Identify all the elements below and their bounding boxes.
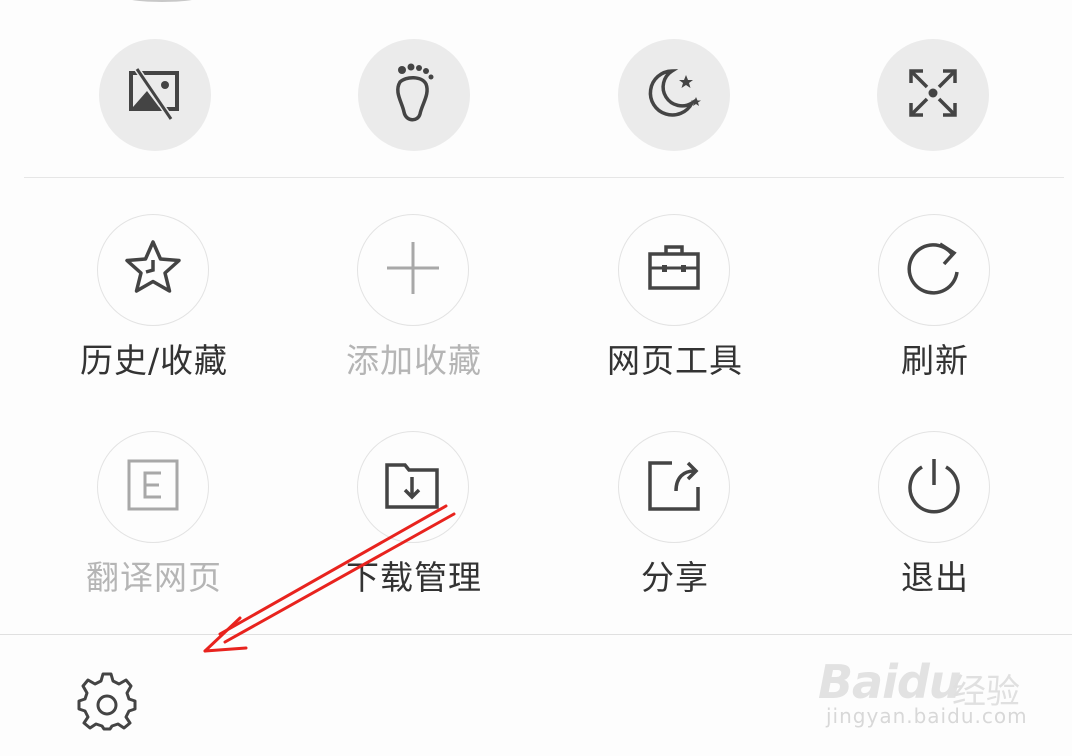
refresh-icon xyxy=(902,236,966,304)
menu-item-translate-circle xyxy=(97,431,209,543)
plus-icon xyxy=(381,236,445,304)
menu-label-share: 分享 xyxy=(641,558,709,597)
top-edge-shape xyxy=(112,0,212,2)
watermark-brand: Baidu xyxy=(818,655,962,709)
toolbox-icon xyxy=(642,236,706,304)
no-image-mode-button[interactable] xyxy=(99,39,211,151)
menu-item-history[interactable]: 历史/收藏 xyxy=(54,214,254,404)
menu-item-downloads-circle xyxy=(357,431,469,543)
incognito-mode-button[interactable] xyxy=(358,39,470,151)
menu-item-translate[interactable]: 翻译网页 xyxy=(54,431,254,621)
menu-item-exit[interactable]: 退出 xyxy=(835,431,1035,621)
share-icon xyxy=(642,453,706,521)
menu-item-add-favorite-circle xyxy=(357,214,469,326)
menu-label-add-favorite: 添加收藏 xyxy=(346,341,482,380)
fullscreen-button[interactable] xyxy=(877,39,989,151)
no-image-icon xyxy=(125,63,185,127)
night-mode-button[interactable] xyxy=(618,39,730,151)
gear-icon xyxy=(76,672,138,738)
translate-e-icon xyxy=(121,453,185,521)
menu-label-downloads: 下载管理 xyxy=(346,558,482,597)
footer-divider xyxy=(0,634,1072,635)
menu-item-add-favorite[interactable]: 添加收藏 xyxy=(314,214,514,404)
settings-button[interactable] xyxy=(74,672,140,738)
menu-item-share-circle xyxy=(618,431,730,543)
download-folder-icon xyxy=(381,453,445,521)
menu-label-exit: 退出 xyxy=(901,558,969,597)
menu-item-web-tools[interactable]: 网页工具 xyxy=(575,214,775,404)
footprint-icon xyxy=(384,58,444,132)
fullscreen-icon xyxy=(903,63,963,127)
menu-label-translate: 翻译网页 xyxy=(86,558,222,597)
menu-item-refresh[interactable]: 刷新 xyxy=(835,214,1035,404)
power-icon xyxy=(902,453,966,521)
menu-label-history: 历史/收藏 xyxy=(79,341,229,380)
menu-item-web-tools-circle xyxy=(618,214,730,326)
star-clock-icon xyxy=(121,236,185,304)
menu-item-downloads[interactable]: 下载管理 xyxy=(314,431,514,621)
menu-item-refresh-circle xyxy=(878,214,990,326)
moon-icon xyxy=(642,63,706,127)
menu-item-share[interactable]: 分享 xyxy=(575,431,775,621)
menu-item-history-circle xyxy=(97,214,209,326)
menu-label-refresh: 刷新 xyxy=(901,341,969,380)
menu-label-web-tools: 网页工具 xyxy=(607,341,743,380)
watermark-url: jingyan.baidu.com xyxy=(826,704,1028,728)
section-divider xyxy=(24,177,1064,178)
menu-item-exit-circle xyxy=(878,431,990,543)
